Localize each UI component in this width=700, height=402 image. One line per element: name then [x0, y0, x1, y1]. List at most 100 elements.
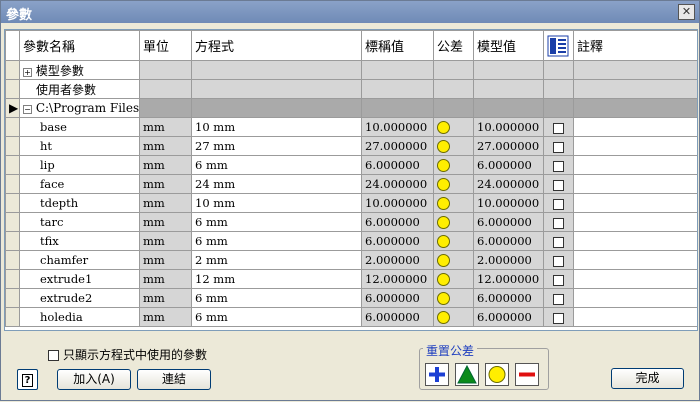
nominal-tolerance-icon[interactable] — [437, 216, 450, 230]
col-header-equation[interactable]: 方程式 — [191, 30, 362, 61]
param-export-cell[interactable] — [543, 155, 574, 175]
param-export-cell[interactable] — [543, 269, 574, 289]
param-tolerance-cell[interactable] — [433, 117, 474, 137]
param-comment-cell[interactable] — [573, 155, 697, 175]
param-equation-cell[interactable]: 12 mm — [191, 269, 362, 289]
param-tolerance-cell[interactable] — [433, 307, 474, 327]
table-row[interactable]: face mm 24 mm 24.000000 24.000000 — [5, 174, 697, 194]
export-checkbox[interactable] — [553, 274, 564, 286]
nominal-tolerance-icon[interactable] — [437, 273, 450, 287]
col-header-unit[interactable]: 單位 — [139, 30, 192, 61]
param-comment-cell[interactable] — [573, 307, 697, 327]
group-cell[interactable]: + 模型參數 — [19, 60, 140, 80]
param-unit-cell[interactable]: mm — [139, 231, 192, 251]
export-checkbox[interactable] — [553, 122, 564, 134]
help-button[interactable]: ? — [17, 369, 38, 390]
param-equation-cell[interactable]: 6 mm — [191, 212, 362, 232]
nominal-tolerance-button[interactable] — [485, 363, 509, 386]
param-name-cell[interactable]: holedia — [19, 307, 140, 327]
param-tolerance-cell[interactable] — [433, 155, 474, 175]
row-selector[interactable] — [5, 288, 20, 308]
export-checkbox[interactable] — [553, 217, 564, 229]
param-equation-cell[interactable]: 6 mm — [191, 231, 362, 251]
table-row[interactable]: extrude1 mm 12 mm 12.000000 12.000000 — [5, 269, 697, 289]
param-comment-cell[interactable] — [573, 212, 697, 232]
close-icon[interactable]: ✕ — [678, 4, 695, 20]
param-name-cell[interactable]: face — [19, 174, 140, 194]
param-export-cell[interactable] — [543, 193, 574, 213]
param-comment-cell[interactable] — [573, 269, 697, 289]
param-equation-cell[interactable]: 6 mm — [191, 155, 362, 175]
param-export-cell[interactable] — [543, 117, 574, 137]
col-header-tolerance[interactable]: 公差 — [433, 30, 474, 61]
done-button[interactable]: 完成 — [611, 368, 684, 389]
param-unit-cell[interactable]: mm — [139, 250, 192, 270]
param-export-cell[interactable] — [543, 174, 574, 194]
nominal-tolerance-icon[interactable] — [437, 159, 450, 173]
param-unit-cell[interactable]: mm — [139, 269, 192, 289]
param-unit-cell[interactable]: mm — [139, 212, 192, 232]
row-selector[interactable] — [5, 250, 20, 270]
col-header-name[interactable]: 參數名稱 — [19, 30, 140, 61]
param-unit-cell[interactable]: mm — [139, 136, 192, 156]
param-comment-cell[interactable] — [573, 193, 697, 213]
param-name-cell[interactable]: ht — [19, 136, 140, 156]
param-equation-cell[interactable]: 2 mm — [191, 250, 362, 270]
param-unit-cell[interactable]: mm — [139, 288, 192, 308]
export-checkbox[interactable] — [553, 312, 564, 324]
current-row-arrow-icon[interactable]: ▶ — [5, 98, 20, 118]
param-tolerance-cell[interactable] — [433, 250, 474, 270]
param-name-cell[interactable]: extrude1 — [19, 269, 140, 289]
param-equation-cell[interactable]: 6 mm — [191, 288, 362, 308]
nominal-tolerance-icon[interactable] — [437, 311, 450, 325]
export-checkbox[interactable] — [553, 198, 564, 210]
param-comment-cell[interactable] — [573, 250, 697, 270]
row-selector[interactable] — [5, 174, 20, 194]
param-tolerance-cell[interactable] — [433, 269, 474, 289]
param-tolerance-cell[interactable] — [433, 174, 474, 194]
checkbox-box[interactable] — [48, 350, 59, 361]
row-selector[interactable] — [5, 193, 20, 213]
row-selector[interactable] — [5, 269, 20, 289]
export-checkbox[interactable] — [553, 160, 564, 172]
nominal-tolerance-icon[interactable] — [437, 235, 450, 249]
path-cell[interactable]: − C:\Program Files\… — [19, 98, 140, 118]
median-tolerance-button[interactable] — [455, 363, 479, 386]
param-name-cell[interactable]: chamfer — [19, 250, 140, 270]
row-selector[interactable] — [5, 117, 20, 137]
row-selector[interactable] — [5, 79, 20, 99]
table-row[interactable]: base mm 10 mm 10.000000 10.000000 — [5, 117, 697, 137]
param-export-cell[interactable] — [543, 288, 574, 308]
col-header-export[interactable] — [543, 30, 574, 61]
param-equation-cell[interactable]: 10 mm — [191, 117, 362, 137]
param-name-cell[interactable]: extrude2 — [19, 288, 140, 308]
group-row-user-params[interactable]: 使用者參數 — [5, 79, 697, 99]
table-row[interactable]: extrude2 mm 6 mm 6.000000 6.000000 — [5, 288, 697, 308]
table-row[interactable]: tarc mm 6 mm 6.000000 6.000000 — [5, 212, 697, 232]
col-header-model-value[interactable]: 模型值 — [473, 30, 544, 61]
expand-plus-icon[interactable]: + — [23, 67, 32, 77]
col-header-comment[interactable]: 註釋 — [573, 30, 697, 61]
export-checkbox[interactable] — [553, 179, 564, 191]
upper-tolerance-button[interactable] — [425, 363, 449, 386]
row-selector[interactable] — [5, 136, 20, 156]
param-export-cell[interactable] — [543, 250, 574, 270]
nominal-tolerance-icon[interactable] — [437, 178, 450, 192]
table-row[interactable]: lip mm 6 mm 6.000000 6.000000 — [5, 155, 697, 175]
param-comment-cell[interactable] — [573, 231, 697, 251]
param-unit-cell[interactable]: mm — [139, 307, 192, 327]
nominal-tolerance-icon[interactable] — [437, 140, 450, 154]
param-comment-cell[interactable] — [573, 136, 697, 156]
export-checkbox[interactable] — [553, 141, 564, 153]
table-row[interactable]: tfix mm 6 mm 6.000000 6.000000 — [5, 231, 697, 251]
param-tolerance-cell[interactable] — [433, 231, 474, 251]
export-checkbox[interactable] — [553, 236, 564, 248]
group-row-model-params[interactable]: + 模型參數 — [5, 60, 697, 80]
param-unit-cell[interactable]: mm — [139, 117, 192, 137]
group-row-path[interactable]: ▶ − C:\Program Files\… — [5, 98, 697, 118]
param-export-cell[interactable] — [543, 136, 574, 156]
param-comment-cell[interactable] — [573, 174, 697, 194]
param-unit-cell[interactable]: mm — [139, 155, 192, 175]
row-selector[interactable] — [5, 155, 20, 175]
add-button[interactable]: 加入(A) — [57, 369, 131, 390]
